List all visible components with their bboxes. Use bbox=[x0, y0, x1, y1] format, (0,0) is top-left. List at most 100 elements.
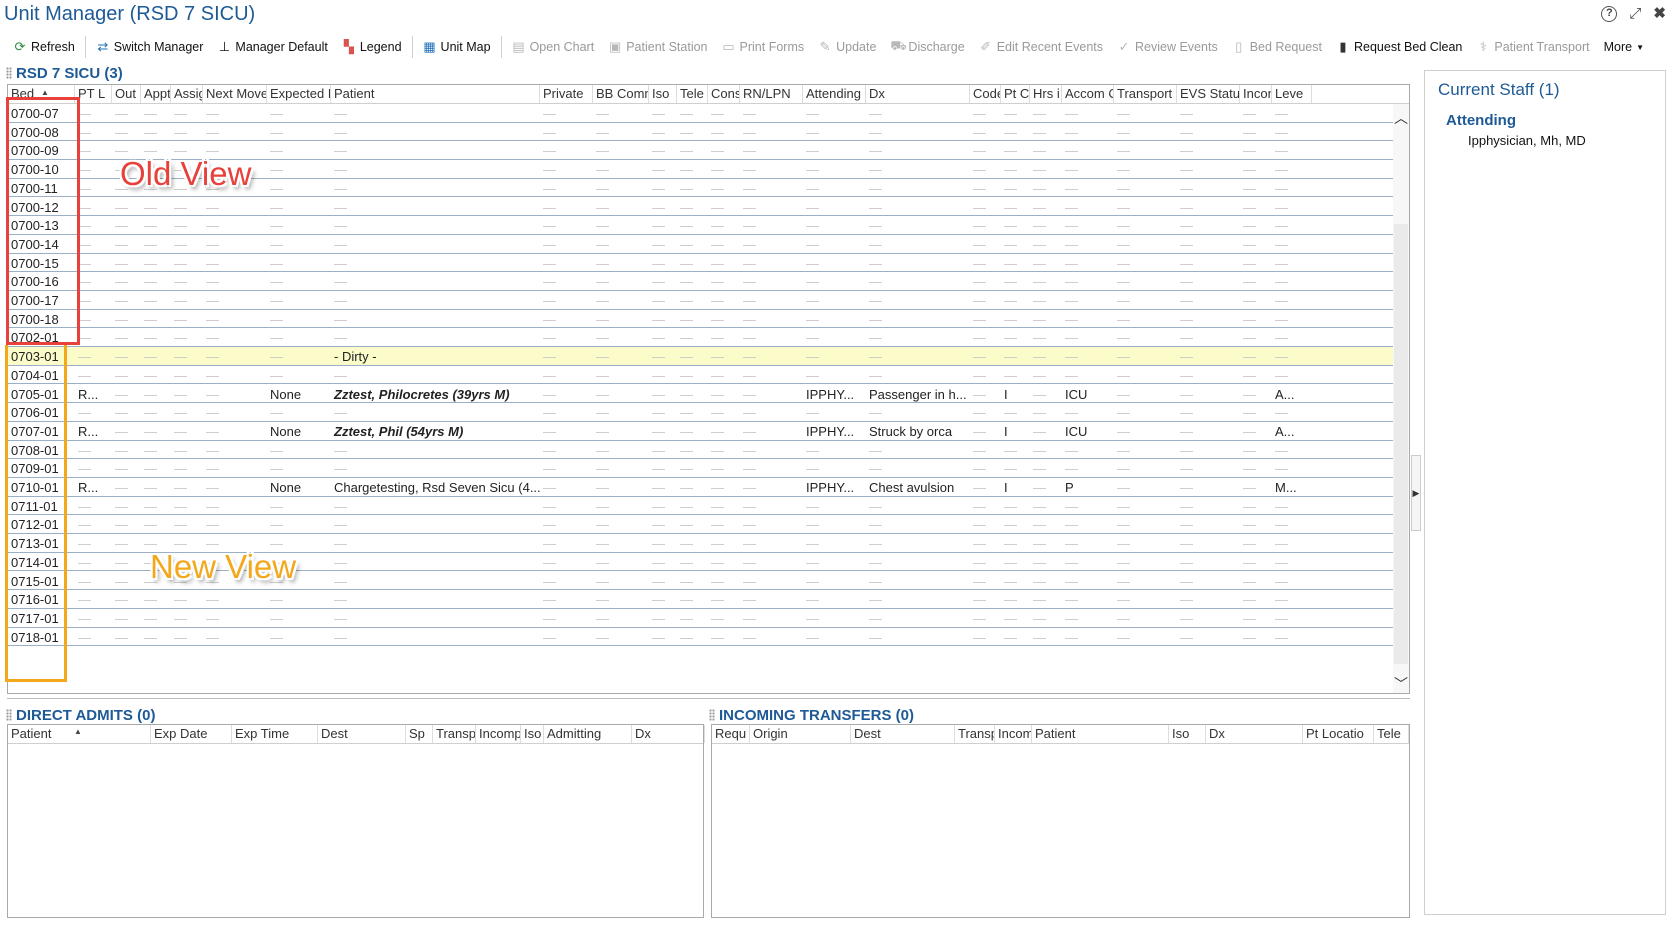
table-row[interactable]: 0700-13— — — — — — — — — — — — — — — — — — — — — — — bbox=[8, 216, 1393, 235]
table-row[interactable]: 0716-01— — — — — — — — — — — — — — — — — — — — — — — bbox=[8, 590, 1393, 609]
column-header[interactable]: Iso bbox=[649, 85, 677, 103]
table-row[interactable]: 0708-01— — — — — — — — — — — — — — — — — — — — — — — bbox=[8, 441, 1393, 460]
column-header[interactable]: Private bbox=[540, 85, 593, 103]
open-chart-button[interactable]: ▤ Open Chart bbox=[505, 36, 602, 58]
help-icon[interactable]: ? bbox=[1601, 6, 1618, 22]
table-row[interactable]: 0709-01— — — — — — — — — — — — — — — — — — — — — — — bbox=[8, 459, 1393, 478]
staff-member-name[interactable]: Ipphysician, Mh, MD bbox=[1468, 133, 1586, 148]
scroll-down-icon[interactable]: ﹀ bbox=[1393, 676, 1409, 692]
table-row[interactable]: 0702-01— — — — — — — — — — — — — — — — — — — — — — — bbox=[8, 328, 1393, 348]
edit-recent-events-button[interactable]: ✐ Edit Recent Events bbox=[972, 36, 1110, 58]
grid-scrollbar[interactable]: ︿ ﹀ bbox=[1393, 104, 1409, 693]
table-row[interactable]: 0711-01— — — — — — — — — — — — — — — — — — — — — — — bbox=[8, 497, 1393, 516]
column-header[interactable]: Dest bbox=[318, 725, 406, 743]
column-header[interactable]: Patient ▲ bbox=[8, 725, 151, 743]
column-header[interactable]: Tele bbox=[677, 85, 708, 103]
column-header[interactable]: Leve bbox=[1272, 85, 1312, 103]
column-header[interactable]: Next Move bbox=[203, 85, 267, 103]
table-row[interactable]: 0717-01— — — — — — — — — — — — — — — — — — — — — — — bbox=[8, 609, 1393, 628]
column-header[interactable]: Transp bbox=[955, 725, 995, 743]
column-header[interactable]: Admitting bbox=[544, 725, 632, 743]
column-header[interactable]: Dx bbox=[866, 85, 970, 103]
column-header[interactable]: Hrs i bbox=[1030, 85, 1062, 103]
toolbar-separator bbox=[500, 36, 502, 58]
column-header[interactable]: Patient bbox=[331, 85, 540, 103]
panel-collapse-handle[interactable]: ▶ bbox=[1411, 455, 1421, 531]
column-header[interactable]: RN/LPN bbox=[740, 85, 803, 103]
column-header[interactable]: Iso bbox=[1169, 725, 1206, 743]
grip-icon[interactable] bbox=[6, 67, 12, 79]
update-button[interactable]: ✎ Update bbox=[811, 36, 883, 58]
column-header[interactable]: Exp Time bbox=[232, 725, 318, 743]
column-header[interactable]: Appt bbox=[141, 85, 171, 103]
column-header[interactable]: Iso bbox=[521, 725, 544, 743]
scrollbar-thumb[interactable] bbox=[1394, 224, 1408, 664]
table-row[interactable]: 0700-18— — — — — — — — — — — — — — — — — — — — — — — bbox=[8, 310, 1393, 329]
column-header[interactable]: Dx bbox=[1206, 725, 1303, 743]
more-button[interactable]: More ▼ bbox=[1597, 36, 1651, 58]
close-icon[interactable]: ✖ bbox=[1653, 6, 1666, 22]
request-bed-clean-button[interactable]: ▮ Request Bed Clean bbox=[1329, 36, 1469, 58]
empty-cell: — bbox=[1275, 498, 1288, 514]
column-header[interactable]: EVS Status bbox=[1177, 85, 1240, 103]
table-row[interactable]: 0704-01— — — — — — — — — — — — — — — — — — — — — — — bbox=[8, 366, 1393, 385]
patient-station-button[interactable]: ▣ Patient Station bbox=[601, 36, 714, 58]
table-row[interactable]: 0706-01— — — — — — — — — — — — — — — — — — — — — — — bbox=[8, 403, 1393, 422]
empty-cell: — bbox=[743, 124, 756, 140]
column-header[interactable]: Dest bbox=[851, 725, 955, 743]
table-row[interactable]: 0700-08— — — — — — — — — — — — — — — — — — — — — — — bbox=[8, 123, 1393, 142]
legend-button[interactable]: ▚ Legend bbox=[335, 36, 409, 58]
table-row[interactable]: 0703-01— — — — — — - Dirty - — — — — — — — — — — — — — — — — bbox=[8, 347, 1393, 366]
column-header[interactable]: Pt Cl bbox=[1001, 85, 1030, 103]
scroll-up-icon[interactable]: ︿ bbox=[1393, 110, 1409, 126]
table-row[interactable]: 0700-14— — — — — — — — — — — — — — — — — — — — — — — bbox=[8, 235, 1393, 254]
unit-map-button[interactable]: ▦ Unit Map bbox=[416, 36, 498, 58]
column-header[interactable]: Incon bbox=[1240, 85, 1272, 103]
table-row[interactable]: 0710-01 R... — — — — None Chargetesting, Rsd Se… bbox=[8, 478, 1393, 497]
grip-icon[interactable] bbox=[6, 709, 12, 721]
column-header[interactable]: Patient bbox=[1032, 725, 1169, 743]
column-header[interactable]: Exp Date bbox=[151, 725, 232, 743]
refresh-button[interactable]: ⟳ Refresh bbox=[6, 36, 82, 58]
column-header[interactable]: Pt Locatio bbox=[1303, 725, 1374, 743]
table-row[interactable]: 0712-01— — — — — — — — — — — — — — — — — — — — — — — bbox=[8, 515, 1393, 535]
column-header[interactable]: Transport bbox=[1114, 85, 1177, 103]
maximize-icon[interactable]: ⤢ bbox=[1629, 6, 1641, 22]
patient-transport-button[interactable]: ⚕ Patient Transport bbox=[1469, 36, 1596, 58]
column-header[interactable]: Accom C bbox=[1062, 85, 1114, 103]
column-header[interactable]: Origin bbox=[750, 725, 851, 743]
print-forms-button[interactable]: ▭ Print Forms bbox=[715, 36, 812, 58]
bed-request-button[interactable]: ▯ Bed Request bbox=[1225, 36, 1329, 58]
column-header[interactable]: Incom bbox=[995, 725, 1032, 743]
discharge-button[interactable]: ⛟ Discharge bbox=[883, 36, 971, 58]
grip-icon[interactable] bbox=[709, 709, 715, 721]
column-header[interactable]: Incomp bbox=[476, 725, 521, 743]
column-header[interactable]: Assig bbox=[171, 85, 203, 103]
column-header[interactable]: Out bbox=[112, 85, 141, 103]
table-row[interactable]: 0705-01 R... — — — — None Zztest, Philocretes (… bbox=[8, 385, 1393, 404]
column-header[interactable]: Code bbox=[970, 85, 1001, 103]
panel-divider[interactable] bbox=[7, 698, 1410, 700]
column-header[interactable]: Requ bbox=[712, 725, 750, 743]
table-row[interactable]: 0707-01 R... — — — — None Zztest, Phil (54yrs M… bbox=[8, 422, 1393, 441]
column-header[interactable]: BB Comm bbox=[593, 85, 649, 103]
empty-cell: — bbox=[1004, 405, 1017, 421]
column-header[interactable]: Sp bbox=[406, 725, 433, 743]
column-header[interactable]: Expected D bbox=[267, 85, 331, 103]
manager-default-button[interactable]: ⊥ Manager Default bbox=[210, 36, 334, 58]
column-header[interactable]: PT L bbox=[75, 85, 112, 103]
column-header[interactable]: Attending bbox=[803, 85, 866, 103]
table-row[interactable]: 0700-16— — — — — — — — — — — — — — — — — — — — — — — bbox=[8, 272, 1393, 291]
table-row[interactable]: 0700-12— — — — — — — — — — — — — — — — — — — — — — — bbox=[8, 198, 1393, 217]
switch-manager-button[interactable]: ⇄ Switch Manager bbox=[89, 36, 211, 58]
column-header[interactable]: Dx bbox=[632, 725, 705, 743]
review-events-button[interactable]: ✓ Review Events bbox=[1110, 36, 1225, 58]
table-row[interactable]: 0700-07— — — — — — — — — — — — — — — — — — — — — — — bbox=[8, 104, 1393, 123]
table-row[interactable]: 0700-17— — — — — — — — — — — — — — — — — — — — — — — bbox=[8, 291, 1393, 310]
column-header[interactable]: Transp bbox=[433, 725, 476, 743]
empty-cell: — bbox=[78, 610, 91, 626]
table-row[interactable]: 0700-15— — — — — — — — — — — — — — — — — — — — — — — bbox=[8, 254, 1393, 273]
column-header[interactable]: Cons bbox=[708, 85, 740, 103]
table-row[interactable]: 0718-01— — — — — — — — — — — — — — — — — — — — — — — bbox=[8, 628, 1393, 647]
column-header[interactable]: Tele bbox=[1374, 725, 1409, 743]
